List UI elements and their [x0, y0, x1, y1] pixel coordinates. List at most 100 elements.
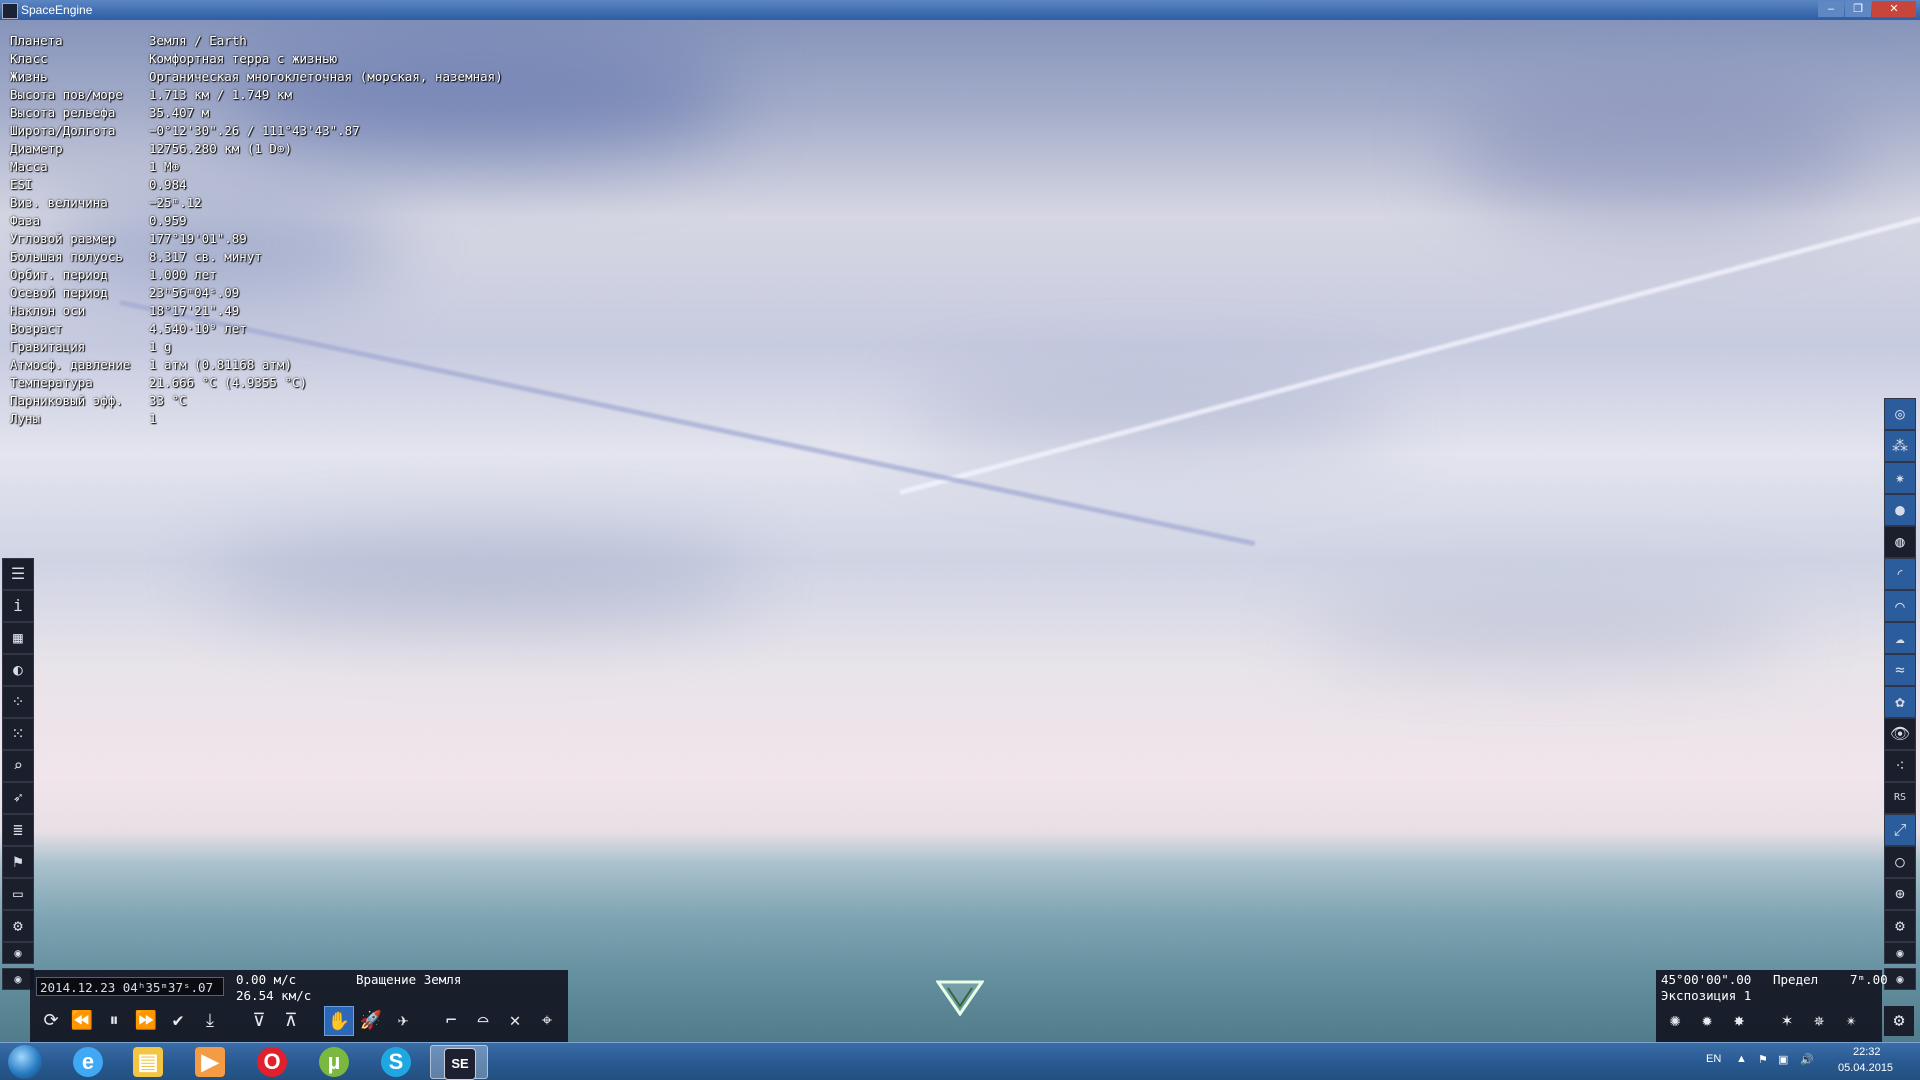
ship-mode-icon[interactable]: 🚀 [356, 1006, 386, 1036]
opera-taskbar-button[interactable]: O [244, 1045, 302, 1079]
city-icon[interactable]: ▦ [2, 622, 34, 654]
list-icon[interactable]: ≣ [2, 814, 34, 846]
sun-dim-icon[interactable]: ✺ [1660, 1006, 1690, 1036]
sun-auto-icon[interactable]: ✹ [1692, 1006, 1722, 1036]
info-icon[interactable]: i [2, 590, 34, 622]
planet-system-icon[interactable]: ◐ [2, 654, 34, 686]
taskbar: e ▤ ▶ Oµ S SE EN ▲ ⚑ ▣ 🔊 22:32 05.04.2015 [0, 1042, 1920, 1080]
media-player-icon: ▶ [195, 1047, 225, 1077]
star-bright-icon[interactable]: ✴ [1836, 1006, 1866, 1036]
info-value: 1 M⊕ [149, 159, 180, 174]
star-auto-icon[interactable]: ✵ [1804, 1006, 1834, 1036]
info-label: Луны [10, 411, 41, 426]
velocity-readout: 26.54 км/с [236, 988, 312, 1003]
cross-icon[interactable]: ✕ [500, 1006, 530, 1036]
window-title: SpaceEngine [21, 3, 93, 17]
info-value: Комфортная терра с жизнью [149, 51, 338, 66]
utorrent-taskbar-button[interactable]: µ [306, 1045, 364, 1079]
monitor-icon[interactable]: ▭ [2, 878, 34, 910]
media-player-taskbar-button[interactable]: ▶ [182, 1045, 240, 1079]
nebula-filter-icon[interactable]: ⁂ [1884, 430, 1916, 462]
menu-icon[interactable]: ☰ [2, 558, 34, 590]
planet-filter-icon[interactable]: ● [1884, 494, 1916, 526]
language-indicator[interactable]: EN [1706, 1053, 1721, 1065]
galaxy-map-icon[interactable]: ⁙ [2, 718, 34, 750]
pause-icon[interactable]: ⏸ [99, 1006, 129, 1036]
file-explorer-taskbar-button[interactable]: ▤ [120, 1045, 178, 1079]
small-target-icon[interactable]: ◉ [1884, 942, 1916, 964]
clock-time[interactable]: 22:32 [1853, 1046, 1881, 1058]
spaceengine-taskbar-button[interactable]: SE [430, 1045, 488, 1080]
camera-settings-icon[interactable]: ⚙ [1884, 1006, 1914, 1036]
land-icon[interactable]: ⤓ [195, 1006, 225, 1036]
exposure-readout: Экспозиция 1 [1661, 988, 1752, 1003]
settings-icon[interactable]: ⚙ [1884, 910, 1916, 942]
crosshair-icon[interactable]: ⌖ [532, 1006, 562, 1036]
info-label: Масса [10, 159, 48, 174]
rewind-icon[interactable]: ⏪ [67, 1006, 97, 1036]
maximize-button[interactable]: ❐ [1845, 1, 1871, 17]
skype-taskbar-button[interactable]: S [368, 1045, 426, 1079]
start-button[interactable] [4, 1044, 48, 1080]
info-value: 35.407 м [149, 105, 210, 120]
minimize-button[interactable]: – [1818, 1, 1844, 17]
info-value: 1 атм (0.81168 атм) [149, 357, 292, 372]
navigation-cursor-icon [936, 980, 984, 1016]
sun-bright-icon[interactable]: ✸ [1724, 1006, 1754, 1036]
orbit-icon[interactable]: ◜ [1884, 558, 1916, 590]
galaxy-filter-icon[interactable]: ◎ [1884, 398, 1916, 430]
info-value: Земля / Earth [149, 33, 247, 48]
info-label: Угловой размер [10, 231, 116, 246]
close-button[interactable]: ✕ [1872, 1, 1916, 17]
clock-date[interactable]: 05.04.2015 [1838, 1062, 1893, 1074]
star-dim-icon[interactable]: ✶ [1772, 1006, 1802, 1036]
action-center-flag-icon[interactable]: ⚑ [1758, 1053, 1768, 1066]
globe-grid-icon[interactable]: ⊕ [1884, 878, 1916, 910]
network-icon[interactable]: ▣ [1778, 1053, 1788, 1066]
info-label: Гравитация [10, 339, 86, 354]
star-map-icon[interactable]: ⁘ [2, 686, 34, 718]
star-filter-icon[interactable]: ✷ [1884, 462, 1916, 494]
internet-explorer-taskbar-button[interactable]: e [60, 1045, 118, 1079]
down-arrow-icon[interactable]: ⊽ [244, 1006, 274, 1036]
particles-icon[interactable]: ⁖ [1884, 750, 1916, 782]
up-arrow-icon[interactable]: ⊼ [276, 1006, 306, 1036]
atmosphere-icon[interactable]: ⌒ [1884, 590, 1916, 622]
volume-icon[interactable]: 🔊 [1800, 1053, 1814, 1066]
circle-icon[interactable]: ○ [1884, 846, 1916, 878]
cloud-dark-4 [900, 380, 1400, 450]
info-value: 1 g [149, 339, 172, 354]
info-label: Возраст [10, 321, 63, 336]
flag-icon[interactable]: ⚑ [2, 846, 34, 878]
realtime-icon[interactable]: ⟳ [36, 1006, 66, 1036]
life-icon[interactable]: ✿ [1884, 686, 1916, 718]
datetime-field[interactable]: 2014.12.23 04ʰ35ᵐ37ˢ.07 [36, 977, 224, 996]
settings-icon[interactable]: ⚙ [2, 910, 34, 942]
search-icon[interactable]: ⌕ [2, 750, 34, 782]
info-label: Жизнь [10, 69, 48, 84]
small-target-icon-2[interactable]: ◉ [1884, 968, 1916, 990]
cloud-dark-3 [1450, 80, 1870, 220]
limit-value: 7ᵐ.00 [1850, 972, 1888, 987]
ring-planet-icon[interactable]: ◍ [1884, 526, 1916, 558]
forward-icon[interactable]: ⏩ [131, 1006, 161, 1036]
info-label: Наклон оси [10, 303, 86, 318]
spaceengine-icon: SE [444, 1048, 476, 1080]
contrail-2 [119, 300, 1256, 547]
info-label: Высота рельефа [10, 105, 116, 120]
orbit-mode-icon[interactable]: ⌓ [468, 1006, 498, 1036]
windows-logo-icon [8, 1045, 42, 1079]
small-target-icon[interactable]: ◉ [2, 942, 34, 964]
ship-icon[interactable]: ➶ [2, 782, 34, 814]
water-icon[interactable]: ≈ [1884, 654, 1916, 686]
navigation-mode: Вращение Земля [356, 972, 462, 987]
tray-expand-icon[interactable]: ▲ [1736, 1053, 1747, 1065]
rs-icon[interactable]: RS [1884, 782, 1916, 814]
free-mode-icon[interactable]: ✋ [324, 1006, 354, 1036]
aircraft-mode-icon[interactable]: ✈ [388, 1006, 418, 1036]
cloud-icon[interactable]: ☁ [1884, 622, 1916, 654]
expand-icon[interactable]: ⤢ [1884, 814, 1916, 846]
check-icon[interactable]: ✔ [163, 1006, 193, 1036]
eye-icon[interactable]: 👁 [1884, 718, 1916, 750]
telescope-icon[interactable]: ⌐ [436, 1006, 466, 1036]
